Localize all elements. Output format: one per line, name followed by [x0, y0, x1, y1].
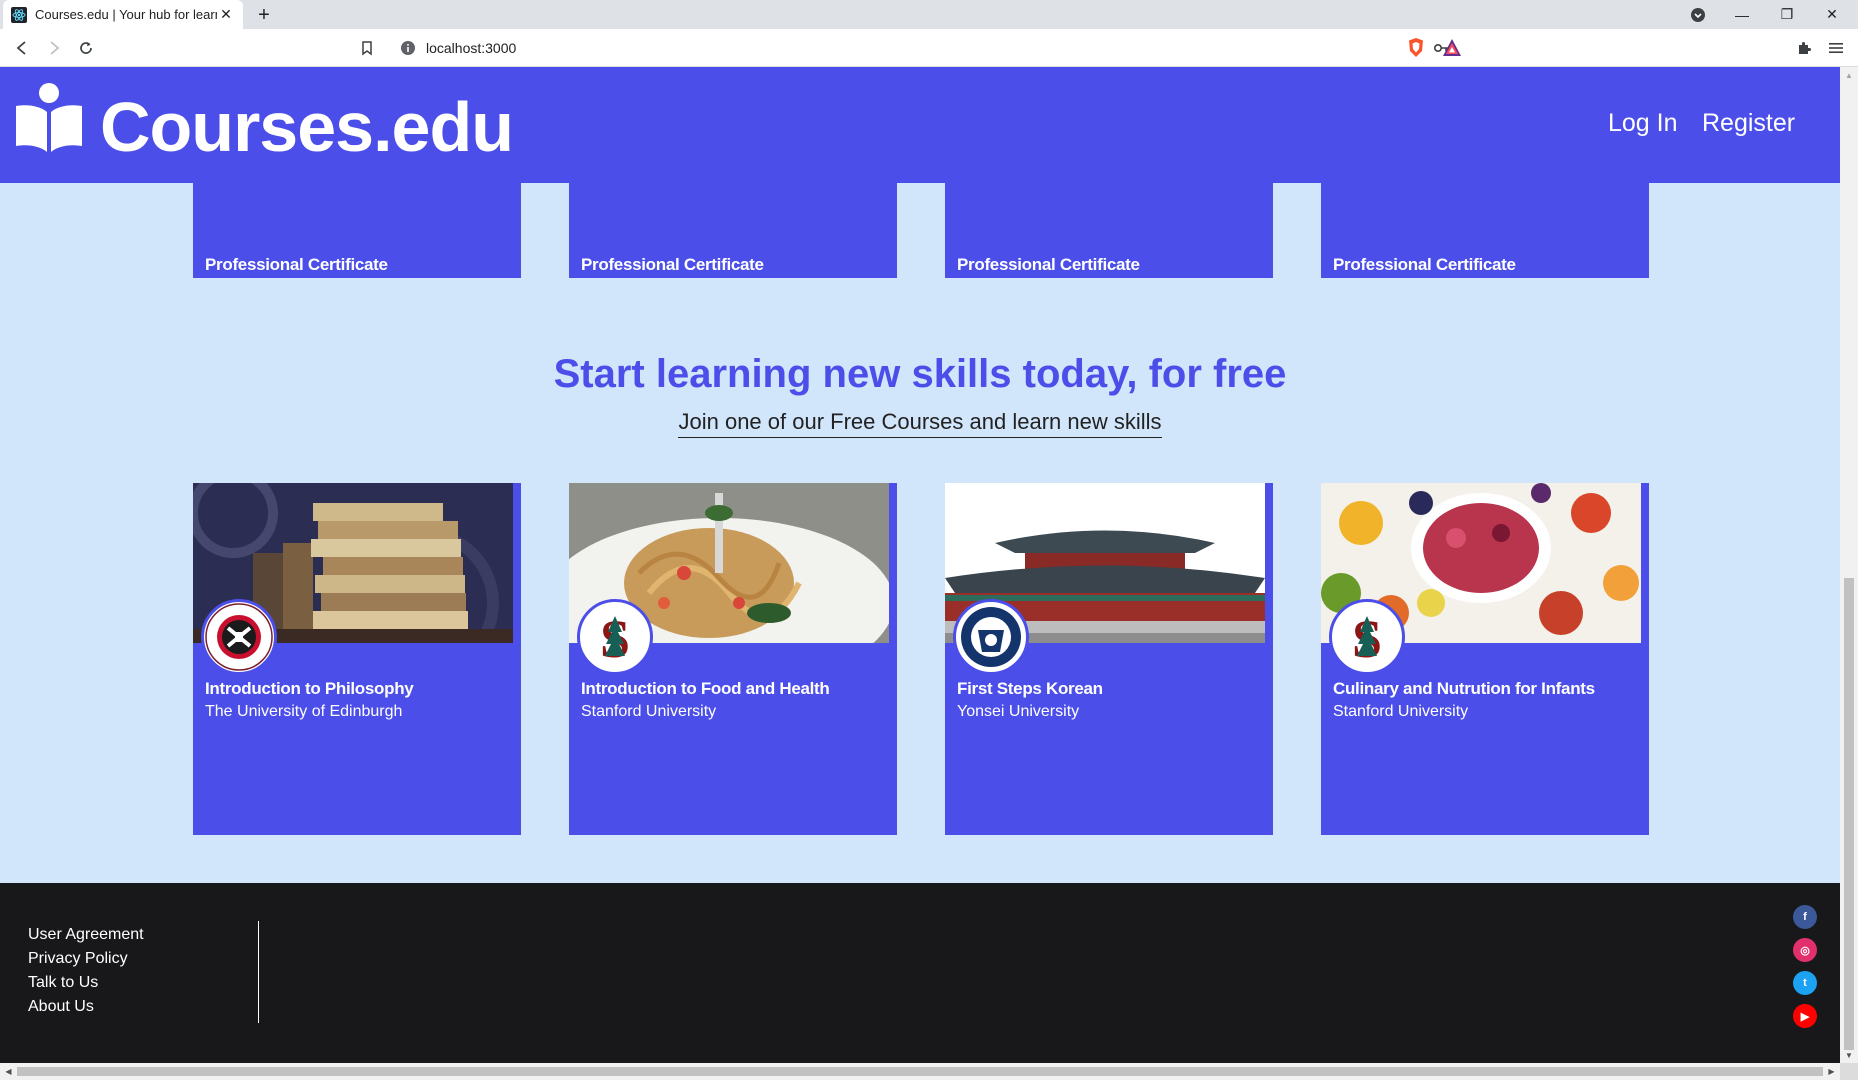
brave-rewards-icon[interactable] — [1440, 36, 1464, 60]
bookmark-icon[interactable] — [355, 36, 379, 60]
course-title: First Steps Korean — [957, 679, 1103, 698]
edinburgh-logo-icon — [201, 599, 277, 675]
course-university: Stanford University — [581, 703, 717, 720]
certificate-label: Professional Certificate — [205, 255, 388, 274]
address-bar[interactable]: localhost:3000 — [388, 33, 1468, 63]
course-card[interactable]: S Culinary and Nutrution for Infants Sta… — [1321, 483, 1649, 835]
about-us-link[interactable]: About Us — [28, 995, 144, 1019]
horizontal-scrollbar[interactable]: ◀ ▶ — [0, 1063, 1840, 1080]
vertical-scrollbar[interactable]: ▲ ▼ — [1840, 67, 1858, 1063]
brave-shields-icon[interactable] — [1404, 36, 1428, 60]
new-tab-button[interactable]: + — [252, 3, 276, 27]
register-link[interactable]: Register — [1702, 109, 1795, 138]
open-book-reader-logo-icon[interactable] — [14, 82, 84, 152]
talk-to-us-link[interactable]: Talk to Us — [28, 971, 144, 995]
course-university: Yonsei University — [957, 703, 1080, 720]
forward-icon[interactable] — [42, 36, 66, 60]
browser-tab[interactable]: Courses.edu | Your hub for learning ✕ — [3, 0, 243, 29]
react-favicon-icon — [11, 6, 27, 23]
browser-menu-icon[interactable] — [1824, 36, 1848, 60]
site-logo-text[interactable]: Courses.edu — [100, 87, 514, 167]
close-tab-icon[interactable]: ✕ — [217, 6, 235, 24]
horizontal-scroll-thumb[interactable] — [17, 1067, 1823, 1076]
course-card[interactable]: S Introduction to Food and Health Stanfo… — [569, 483, 897, 835]
certificate-label: Professional Certificate — [1333, 255, 1516, 274]
facebook-icon[interactable]: f — [1793, 905, 1817, 929]
privacy-policy-link[interactable]: Privacy Policy — [28, 947, 144, 971]
course-university: Stanford University — [1333, 703, 1469, 720]
twitter-icon[interactable]: t — [1793, 971, 1817, 995]
url-text[interactable]: localhost:3000 — [426, 40, 1432, 56]
course-title: Introduction to Food and Health — [581, 679, 830, 698]
scroll-up-arrow-icon[interactable]: ▲ — [1840, 67, 1858, 83]
certificate-label: Professional Certificate — [957, 255, 1140, 274]
user-agreement-link[interactable]: User Agreement — [28, 923, 144, 947]
scrollbar-corner — [1840, 1063, 1858, 1080]
browser-tab-bar: Courses.edu | Your hub for learning ✕ + … — [0, 0, 1858, 29]
scroll-down-arrow-icon[interactable]: ▼ — [1840, 1047, 1858, 1063]
reload-icon[interactable] — [74, 36, 98, 60]
minimize-button[interactable]: — — [1720, 0, 1764, 29]
footer-divider — [258, 921, 259, 1023]
login-link[interactable]: Log In — [1608, 109, 1678, 138]
tab-search-icon[interactable] — [1676, 0, 1720, 29]
certificate-label: Professional Certificate — [581, 255, 764, 274]
scroll-right-arrow-icon[interactable]: ▶ — [1823, 1063, 1840, 1080]
youtube-icon[interactable]: ▶ — [1793, 1004, 1817, 1028]
close-window-button[interactable]: ✕ — [1810, 0, 1854, 29]
section-title: Start learning new skills today, for fre… — [553, 352, 1287, 396]
course-title: Introduction to Philosophy — [205, 679, 414, 698]
section-subtitle-wrap: Join one of our Free Courses and learn n… — [0, 409, 1840, 438]
scroll-left-arrow-icon[interactable]: ◀ — [0, 1063, 17, 1080]
yonsei-logo-icon — [953, 599, 1029, 675]
site-info-icon[interactable] — [400, 40, 416, 56]
stanford-logo-icon: S — [577, 599, 653, 675]
footer-links: User Agreement Privacy Policy Talk to Us… — [28, 923, 144, 1019]
free-courses-link[interactable]: Join one of our Free Courses and learn n… — [678, 409, 1162, 438]
maximize-button[interactable]: ❐ — [1765, 0, 1809, 29]
course-card[interactable]: Introduction to Philosophy The Universit… — [193, 483, 521, 835]
browser-toolbar: localhost:3000 — [0, 29, 1858, 67]
extensions-icon[interactable] — [1792, 36, 1816, 60]
course-university: The University of Edinburgh — [205, 703, 403, 720]
site-header: Courses.edu Log In Register — [0, 67, 1840, 183]
course-title: Culinary and Nutrution for Infants — [1333, 679, 1595, 698]
stanford-logo-icon: S — [1329, 599, 1405, 675]
instagram-icon[interactable]: ◎ — [1793, 938, 1817, 962]
site-footer: User Agreement Privacy Policy Talk to Us… — [0, 883, 1840, 1063]
vertical-scroll-thumb[interactable] — [1844, 578, 1854, 1050]
page-viewport: Professional Certificate Professional Ce… — [0, 67, 1840, 1063]
tab-title: Courses.edu | Your hub for learning — [35, 7, 217, 22]
back-icon[interactable] — [10, 36, 34, 60]
course-card[interactable]: First Steps Korean Yonsei University — [945, 483, 1273, 835]
